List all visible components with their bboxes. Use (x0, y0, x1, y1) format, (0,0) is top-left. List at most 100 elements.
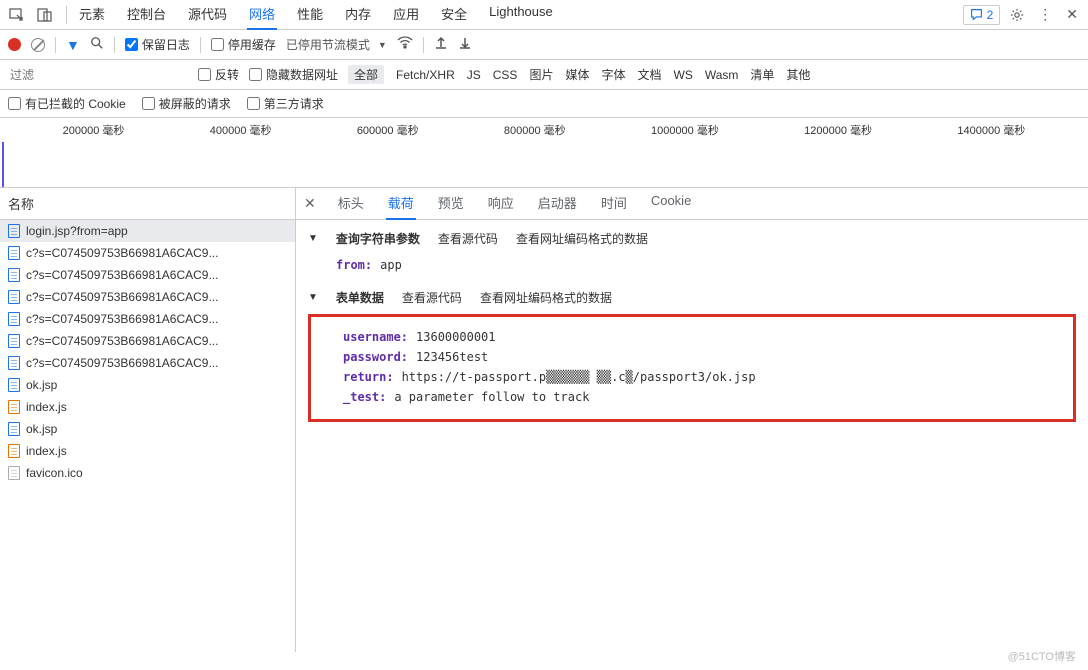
blocked-requests-checkbox[interactable]: 被屏蔽的请求 (142, 95, 231, 112)
third-party-checkbox[interactable]: 第三方请求 (247, 95, 324, 112)
main-tab-网络[interactable]: 网络 (247, 0, 277, 30)
request-row[interactable]: ok.jsp (0, 374, 295, 396)
detail-tab-标头[interactable]: 标头 (336, 187, 366, 220)
kv-key: from: (336, 258, 372, 272)
comment-icon (970, 8, 983, 21)
file-icon (8, 334, 20, 348)
request-name: index.js (26, 444, 67, 458)
file-icon (8, 224, 20, 238)
hide-data-urls-checkbox[interactable]: 隐藏数据网址 (249, 66, 338, 83)
throttling-select[interactable]: 已停用节流模式 ▼ (286, 36, 387, 53)
detail-tab-预览[interactable]: 预览 (436, 187, 466, 220)
request-name: c?s=C074509753B66981A6CAC9... (26, 290, 218, 304)
main-tab-应用[interactable]: 应用 (391, 0, 421, 30)
main-tab-安全[interactable]: 安全 (439, 0, 469, 30)
request-row[interactable]: login.jsp?from=app (0, 220, 295, 242)
view-encoded-link[interactable]: 查看网址编码格式的数据 (480, 289, 612, 306)
issues-badge[interactable]: 2 (963, 5, 1001, 25)
kv-value: https://t-passport.p▒▒▒▒▒▒ ▒▒.c▒/passpor… (402, 370, 756, 384)
type-filter-字体[interactable]: 字体 (601, 66, 625, 83)
request-row[interactable]: favicon.ico (0, 462, 295, 484)
main-tab-内存[interactable]: 内存 (343, 0, 373, 30)
timeline-tick: 200000 毫秒 (63, 122, 125, 138)
request-row[interactable]: index.js (0, 396, 295, 418)
preserve-log-checkbox[interactable]: 保留日志 (125, 36, 190, 53)
type-filter-Wasm[interactable]: Wasm (705, 68, 739, 82)
request-row[interactable]: index.js (0, 440, 295, 462)
inspect-icon[interactable] (6, 4, 28, 26)
main-tab-Lighthouse[interactable]: Lighthouse (487, 0, 555, 30)
type-filter-Fetch/XHR[interactable]: Fetch/XHR (396, 68, 455, 82)
detail-tab-时间[interactable]: 时间 (599, 187, 629, 220)
type-filter-WS[interactable]: WS (674, 68, 693, 82)
main-tab-源代码[interactable]: 源代码 (186, 0, 229, 30)
detail-tab-Cookie[interactable]: Cookie (649, 187, 693, 220)
disable-cache-checkbox[interactable]: 停用缓存 (211, 36, 276, 53)
settings-icon[interactable] (1006, 4, 1028, 26)
request-row[interactable]: c?s=C074509753B66981A6CAC9... (0, 264, 295, 286)
request-row[interactable]: c?s=C074509753B66981A6CAC9... (0, 286, 295, 308)
file-icon (8, 400, 20, 414)
network-toolbar: ▼ 保留日志 停用缓存 已停用节流模式 ▼ (0, 30, 1088, 60)
main-tab-控制台[interactable]: 控制台 (125, 0, 168, 30)
close-icon[interactable]: ✕ (1062, 6, 1082, 23)
file-icon (8, 356, 20, 370)
request-list-panel: 名称 login.jsp?from=app c?s=C074509753B6698… (0, 188, 296, 652)
export-icon[interactable] (458, 36, 472, 53)
request-name: c?s=C074509753B66981A6CAC9... (26, 246, 218, 260)
type-filter-全部[interactable]: 全部 (348, 65, 384, 84)
kebab-menu-icon[interactable]: ⋮ (1034, 6, 1056, 23)
search-icon[interactable] (90, 36, 104, 53)
type-filter-文档[interactable]: 文档 (637, 66, 661, 83)
timeline-tick: 1400000 毫秒 (957, 122, 1025, 138)
record-button[interactable] (8, 38, 21, 51)
main-tab-元素[interactable]: 元素 (77, 0, 107, 30)
request-row[interactable]: c?s=C074509753B66981A6CAC9... (0, 308, 295, 330)
kv-value: app (380, 258, 402, 272)
type-filter-其他[interactable]: 其他 (786, 66, 810, 83)
device-toggle-icon[interactable] (34, 4, 56, 26)
timeline-tick: 600000 毫秒 (357, 122, 419, 138)
file-icon (8, 312, 20, 326)
name-column-header[interactable]: 名称 (0, 188, 295, 220)
type-filter-CSS[interactable]: CSS (493, 68, 518, 82)
type-filter-JS[interactable]: JS (467, 68, 481, 82)
request-row[interactable]: ok.jsp (0, 418, 295, 440)
main-tabs: 元素控制台源代码网络性能内存应用安全 Lighthouse (77, 0, 555, 30)
filter-toggle-icon[interactable]: ▼ (66, 37, 80, 53)
collapse-icon: ▼ (308, 233, 318, 244)
main-tab-性能[interactable]: 性能 (295, 0, 325, 30)
type-filter-清单[interactable]: 清单 (750, 66, 774, 83)
detail-tab-载荷[interactable]: 载荷 (386, 187, 416, 220)
request-row[interactable]: c?s=C074509753B66981A6CAC9... (0, 242, 295, 264)
clear-icon[interactable] (31, 38, 45, 52)
form-data-section-header[interactable]: ▼ 表单数据 查看源代码 查看网址编码格式的数据 (308, 289, 1076, 306)
import-icon[interactable] (434, 36, 448, 53)
type-filters: 全部 Fetch/XHR JS CSS 图片媒体字体文档 WS Wasm 清单其他 (348, 65, 810, 84)
query-string-section-header[interactable]: ▼ 查询字符串参数 查看源代码 查看网址编码格式的数据 (308, 230, 1076, 247)
invert-checkbox[interactable]: 反转 (198, 66, 239, 83)
file-icon (8, 378, 20, 392)
request-name: c?s=C074509753B66981A6CAC9... (26, 268, 218, 282)
view-source-link[interactable]: 查看源代码 (402, 289, 462, 306)
request-name: ok.jsp (26, 422, 57, 436)
filter-input[interactable] (8, 66, 188, 84)
blocked-cookies-checkbox[interactable]: 有已拦截的 Cookie (8, 95, 126, 112)
filter-bar-2: 有已拦截的 Cookie 被屏蔽的请求 第三方请求 (0, 90, 1088, 118)
network-conditions-icon[interactable] (397, 36, 413, 53)
type-filter-媒体[interactable]: 媒体 (565, 66, 589, 83)
file-icon (8, 290, 20, 304)
kv-value: a parameter follow to track (394, 390, 589, 404)
request-row[interactable]: c?s=C074509753B66981A6CAC9... (0, 330, 295, 352)
view-source-link[interactable]: 查看源代码 (438, 230, 498, 247)
issues-count: 2 (987, 8, 994, 22)
type-filter-图片[interactable]: 图片 (529, 66, 553, 83)
request-name: login.jsp?from=app (26, 224, 128, 238)
detail-tab-启动器[interactable]: 启动器 (536, 187, 579, 220)
detail-tab-响应[interactable]: 响应 (486, 187, 516, 220)
request-row[interactable]: c?s=C074509753B66981A6CAC9... (0, 352, 295, 374)
timeline[interactable]: 200000 毫秒400000 毫秒600000 毫秒800000 毫秒1000… (0, 118, 1088, 188)
timeline-tick: 400000 毫秒 (210, 122, 272, 138)
close-detail-icon[interactable]: ✕ (304, 195, 316, 212)
view-encoded-link[interactable]: 查看网址编码格式的数据 (516, 230, 648, 247)
